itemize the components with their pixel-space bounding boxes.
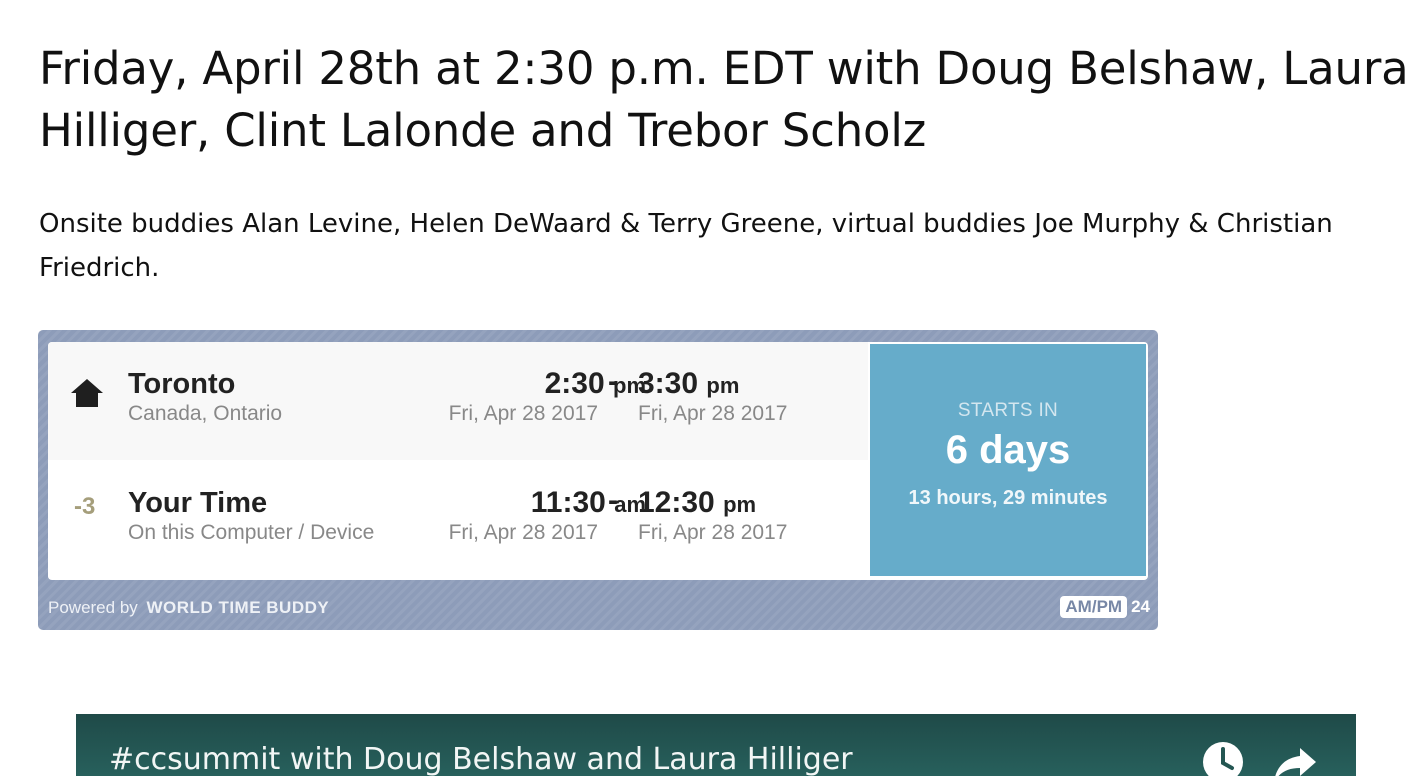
- countdown-label: STARTS IN: [957, 400, 1059, 421]
- powered-by: Powered by WORLD TIME BUDDY: [48, 598, 329, 618]
- time-separator: -: [608, 365, 618, 398]
- home-icon: [71, 379, 103, 407]
- start-time: 11:30 am: [531, 486, 646, 520]
- 24h-toggle[interactable]: 24: [1131, 597, 1150, 616]
- world-time-buddy-link[interactable]: WORLD TIME BUDDY: [147, 598, 330, 617]
- world-time-buddy-widget: Toronto Canada, Ontario 2:30 pm - 3:30 p…: [38, 330, 1158, 630]
- ampm-toggle[interactable]: AM/PM: [1060, 596, 1128, 618]
- end-ampm: pm: [706, 373, 740, 398]
- time-separator: -: [608, 484, 618, 517]
- end-ampm: pm: [723, 492, 757, 517]
- share-icon[interactable]: [1272, 744, 1318, 776]
- start-date: Fri, Apr 28 2017: [448, 521, 598, 544]
- start-time-value: 11:30: [530, 486, 606, 519]
- timezone-row-your-time[interactable]: -3 Your Time On this Computer / Device 1…: [48, 461, 868, 579]
- page-title: Friday, April 28th at 2:30 p.m. EDT with…: [39, 42, 1409, 157]
- city-name: Toronto: [128, 368, 236, 400]
- city-name: Your Time: [128, 487, 268, 519]
- utc-offset-label: -3: [74, 493, 96, 520]
- timezone-table: Toronto Canada, Ontario 2:30 pm - 3:30 p…: [48, 342, 1148, 580]
- end-time-value: 3:30: [638, 367, 699, 400]
- end-time: 12:30 pm: [638, 486, 756, 520]
- countdown-days: 6 days: [945, 428, 1071, 472]
- video-embed[interactable]: #ccsummit with Doug Belshaw and Laura Hi…: [76, 714, 1356, 776]
- city-region: On this Computer / Device: [128, 521, 375, 544]
- powered-by-label: Powered by: [48, 598, 138, 617]
- start-time: 2:30 pm: [545, 367, 646, 401]
- end-time-value: 12:30: [638, 486, 715, 519]
- time-format-toggle: AM/PM 24: [1060, 596, 1150, 618]
- countdown-panel: STARTS IN 6 days 13 hours, 29 minutes: [868, 344, 1146, 576]
- start-time-value: 2:30: [544, 367, 605, 400]
- countdown-detail: 13 hours, 29 minutes: [908, 487, 1108, 509]
- end-date: Fri, Apr 28 2017: [638, 521, 788, 544]
- intro-paragraph: Onsite buddies Alan Levine, Helen DeWaar…: [39, 209, 1333, 283]
- start-date: Fri, Apr 28 2017: [448, 402, 598, 425]
- clock-icon[interactable]: [1201, 740, 1245, 776]
- video-title[interactable]: #ccsummit with Doug Belshaw and Laura Hi…: [109, 742, 853, 776]
- end-date: Fri, Apr 28 2017: [638, 402, 788, 425]
- timezone-row-toronto[interactable]: Toronto Canada, Ontario 2:30 pm - 3:30 p…: [48, 342, 868, 460]
- city-region: Canada, Ontario: [128, 402, 283, 425]
- end-time: 3:30 pm: [638, 367, 739, 401]
